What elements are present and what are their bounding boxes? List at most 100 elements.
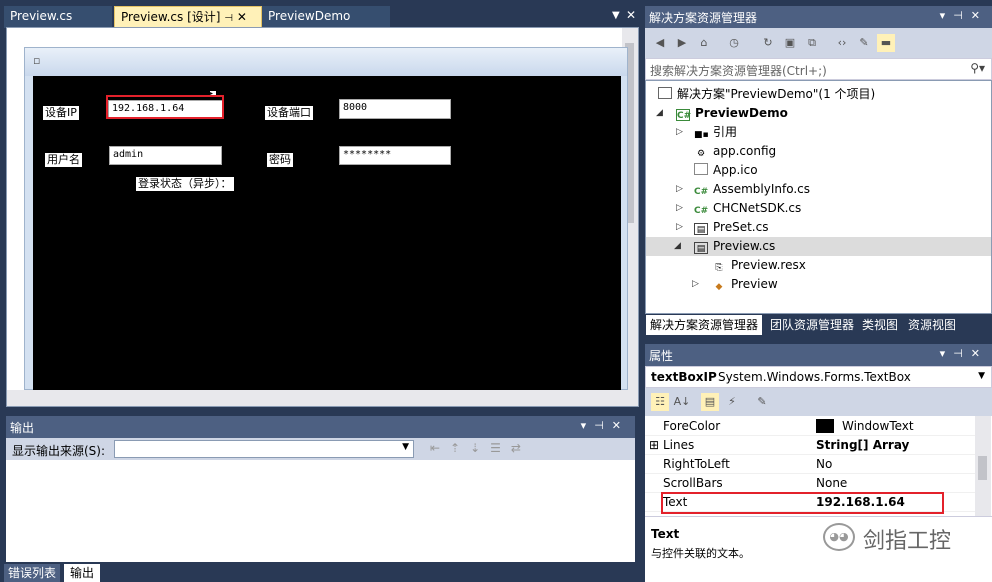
dropdown-icon: ▼	[402, 442, 409, 452]
tree-item-assemblyinfo[interactable]: C# AssemblyInfo.cs	[694, 180, 810, 199]
tree-item-project[interactable]: C# PreviewDemo	[676, 104, 788, 123]
tab-preview-cs[interactable]: Preview.cs	[4, 6, 112, 28]
prop-value: No	[816, 457, 833, 471]
copy-icon[interactable]: ⧉	[803, 34, 821, 52]
expand-icon[interactable]: ⊞	[649, 436, 659, 455]
tree-label: Preview.cs	[713, 239, 776, 253]
tree-label: app.config	[713, 144, 777, 158]
output-toolbar-icons[interactable]: ⇤⇡⇣☰⇄	[430, 441, 531, 455]
prop-name: ScrollBars	[663, 476, 723, 490]
collapse-arrow-icon[interactable]: ▷	[676, 222, 683, 232]
collapse-icon[interactable]: ▣	[781, 34, 799, 52]
tree-item-preview-resx[interactable]: ⎘ Preview.resx	[712, 256, 805, 275]
tree-label: 引用	[713, 125, 738, 139]
textbox-user[interactable]: admin	[109, 146, 222, 165]
tree-label: AssemblyInfo.cs	[713, 182, 811, 196]
wrench-icon[interactable]: ✎	[855, 34, 873, 52]
prop-row-lines[interactable]: ⊞ Lines String[] Array	[645, 436, 975, 455]
refresh-icon[interactable]: ↻	[759, 34, 777, 52]
output-toolbar: 显示输出来源(S): ▼ ⇤⇡⇣☰⇄	[6, 438, 635, 460]
tree-item-preset[interactable]: ▤ PreSet.cs	[694, 218, 768, 237]
properties-header: 属性 ▾⊣✕	[645, 344, 992, 366]
tree-label: PreSet.cs	[713, 220, 769, 234]
collapse-arrow-icon[interactable]: ▷	[676, 203, 683, 213]
collapse-arrow-icon[interactable]: ▷	[676, 127, 683, 137]
forward-icon[interactable]: ▶	[673, 34, 691, 52]
csproj-icon: C#	[676, 109, 692, 121]
tree-item-references[interactable]: ■▪ 引用	[694, 123, 737, 142]
solution-search[interactable]: 搜索解决方案资源管理器(Ctrl+;) ⚲▾	[645, 58, 992, 80]
tree-label: App.ico	[713, 163, 758, 177]
tree-item-app-ico[interactable]: App.ico	[694, 161, 758, 180]
class-icon: ◆	[715, 282, 723, 292]
dropdown-icon: ▼	[978, 371, 985, 381]
property-scrollbar[interactable]	[975, 416, 991, 516]
textbox-port[interactable]: 8000	[339, 99, 451, 119]
form-icon: ▤	[694, 223, 708, 235]
alphabetical-icon[interactable]: A↓	[673, 393, 691, 411]
solution-explorer-header: 解决方案资源管理器 ▾⊣✕	[645, 6, 992, 28]
textbox-password[interactable]: ********	[339, 146, 451, 165]
tab-error-list[interactable]: 错误列表	[4, 564, 61, 582]
output-source-label: 显示输出来源(S):	[12, 444, 106, 458]
expand-arrow-icon[interactable]: ◢	[656, 108, 663, 118]
tree-item-app-config[interactable]: ⚙ app.config	[694, 142, 776, 161]
collapse-arrow-icon[interactable]: ▷	[692, 279, 699, 289]
window-controls[interactable]: ▾⊣✕	[581, 419, 629, 432]
prop-row-righttoleft[interactable]: RightToLeft No	[645, 455, 975, 474]
dropdown-icon[interactable]: ▼	[612, 10, 620, 21]
tab-resource-view[interactable]: 资源视图	[904, 315, 960, 335]
scroll-thumb[interactable]	[978, 456, 987, 480]
events-icon[interactable]: ⚡	[723, 393, 741, 411]
properties-object-select[interactable]: textBoxIP System.Windows.Forms.TextBox ▼	[645, 366, 992, 388]
tab-output[interactable]: 输出	[64, 564, 101, 582]
tab-preview-designer[interactable]: Preview.cs [设计] ⊣ ✕	[114, 6, 262, 28]
label-user: 用户名	[45, 153, 82, 167]
highlight-box	[661, 492, 944, 514]
highlight-box	[106, 95, 224, 119]
property-pages-icon[interactable]: ✎	[753, 393, 771, 411]
tab-previewdemo[interactable]: PreviewDemo	[262, 6, 390, 28]
form-icon: ▤	[694, 242, 708, 254]
label-pwd: 密码	[267, 153, 293, 167]
tree-item-solution[interactable]: 解决方案"PreviewDemo"(1 个项目)	[658, 85, 875, 104]
solution-icon	[658, 87, 672, 99]
pin-icon[interactable]: ⊣	[224, 13, 233, 24]
resx-icon: ⎘	[715, 263, 723, 273]
tree-label: PreviewDemo	[695, 106, 788, 120]
wechat-logo-icon: ◕◕	[823, 523, 855, 551]
form-icon: ▫	[33, 54, 41, 67]
categorized-icon[interactable]: ☷	[651, 393, 669, 411]
tab-class-view[interactable]: 类视图	[858, 315, 902, 335]
close-icon[interactable]: ✕	[626, 8, 636, 22]
prop-name: ForeColor	[663, 419, 721, 433]
home-icon[interactable]: ⌂	[695, 34, 713, 52]
code-icon[interactable]: ‹›	[833, 34, 851, 52]
output-content[interactable]	[6, 460, 635, 562]
tree-item-preview-cs[interactable]: ▤ Preview.cs	[694, 237, 775, 256]
tab-team-explorer[interactable]: 团队资源管理器	[766, 315, 858, 335]
output-source-select[interactable]: ▼	[114, 440, 414, 458]
desc-title: Text	[651, 527, 680, 541]
tree-item-preview-class[interactable]: ◆ Preview	[712, 275, 778, 294]
tree-item-chcnetsdk[interactable]: C# CHCNetSDK.cs	[694, 199, 801, 218]
prop-row-scrollbars[interactable]: ScrollBars None	[645, 474, 975, 493]
search-icon[interactable]: ⚲▾	[970, 61, 985, 75]
properties-icon[interactable]: ▤	[701, 393, 719, 411]
tab-label: PreviewDemo	[268, 9, 351, 23]
expand-arrow-icon[interactable]: ◢	[674, 241, 681, 251]
cs-icon: C#	[694, 187, 709, 197]
preview-icon[interactable]: ▬	[877, 34, 895, 52]
window-controls[interactable]: ▾⊣✕	[940, 9, 988, 22]
cs-icon: C#	[694, 206, 709, 216]
close-icon[interactable]: ✕	[237, 10, 247, 24]
horizontal-scrollbar[interactable]	[7, 390, 622, 406]
form-body: 设备IP 192.168.1.64 设备端口 8000 用户名 admin 密码…	[33, 76, 621, 390]
history-icon[interactable]: ◷	[725, 34, 743, 52]
output-title: 输出	[10, 421, 35, 435]
back-icon[interactable]: ◀	[651, 34, 669, 52]
collapse-arrow-icon[interactable]: ▷	[676, 184, 683, 194]
prop-row-forecolor[interactable]: ForeColor WindowText	[645, 417, 975, 436]
window-controls[interactable]: ▾⊣✕	[940, 347, 988, 360]
tab-solution-explorer[interactable]: 解决方案资源管理器	[646, 315, 763, 335]
